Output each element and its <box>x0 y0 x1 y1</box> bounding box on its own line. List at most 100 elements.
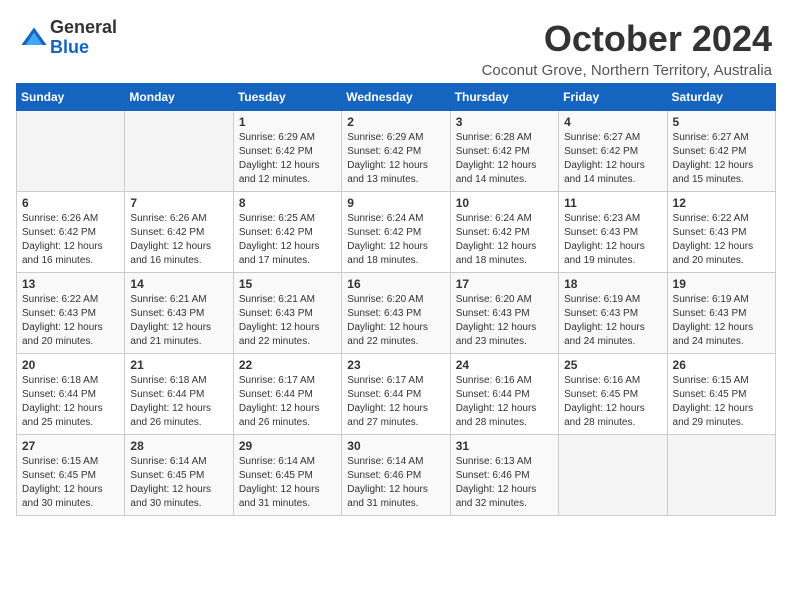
calendar-table: SundayMondayTuesdayWednesdayThursdayFrid… <box>16 83 776 516</box>
day-number: 14 <box>130 277 227 291</box>
day-number: 3 <box>456 115 553 129</box>
calendar-cell: 2Sunrise: 6:29 AM Sunset: 6:42 PM Daylig… <box>342 111 450 192</box>
calendar-week-5: 27 Sunrise: 6:15 AM Sunset: 6:45 PM Dayli… <box>17 435 776 516</box>
calendar-cell: 20 Sunrise: 6:18 AM Sunset: 6:44 PM Dayli… <box>17 354 125 435</box>
day-info: Sunrise: 6:24 AM Sunset: 6:42 PM Dayligh… <box>456 212 553 268</box>
day-number: 12 <box>673 196 770 210</box>
day-number: 26 <box>673 358 770 372</box>
day-header-sunday: Sunday <box>17 84 125 111</box>
day-info: Sunrise: 6:20 AM Sunset: 6:43 PM Dayligh… <box>456 293 553 349</box>
day-info: Sunrise: 6:18 AM Sunset: 6:44 PM Dayligh… <box>22 374 119 430</box>
calendar-week-2: 6 Sunrise: 6:26 AM Sunset: 6:42 PM Daylig… <box>17 192 776 273</box>
day-number: 5 <box>673 115 770 129</box>
day-info: Sunrise: 6:17 AM Sunset: 6:44 PM Dayligh… <box>347 374 444 430</box>
page-header: General Blue October 2024 Coconut Grove,… <box>10 10 782 79</box>
calendar-cell: 17 Sunrise: 6:20 AM Sunset: 6:43 PM Dayli… <box>450 273 558 354</box>
calendar-header-row: SundayMondayTuesdayWednesdayThursdayFrid… <box>17 84 776 111</box>
day-number: 17 <box>456 277 553 291</box>
day-info: Sunrise: 6:16 AM Sunset: 6:44 PM Dayligh… <box>456 374 553 430</box>
calendar: SundayMondayTuesdayWednesdayThursdayFrid… <box>10 83 782 522</box>
day-info: Sunrise: 6:29 AM Sunset: 6:42 PM Dayligh… <box>239 131 336 187</box>
day-number: 13 <box>22 277 119 291</box>
day-number: 1 <box>239 115 336 129</box>
day-header-thursday: Thursday <box>450 84 558 111</box>
day-number: 8 <box>239 196 336 210</box>
calendar-cell: 28 Sunrise: 6:14 AM Sunset: 6:45 PM Dayli… <box>125 435 233 516</box>
day-header-wednesday: Wednesday <box>342 84 450 111</box>
day-number: 10 <box>456 196 553 210</box>
logo: General Blue <box>20 18 117 58</box>
day-info: Sunrise: 6:29 AM Sunset: 6:42 PM Dayligh… <box>347 131 444 187</box>
day-info: Sunrise: 6:15 AM Sunset: 6:45 PM Dayligh… <box>22 455 119 511</box>
day-number: 25 <box>564 358 661 372</box>
calendar-cell: 14Sunrise: 6:21 AM Sunset: 6:43 PM Dayli… <box>125 273 233 354</box>
calendar-week-1: 1 Sunrise: 6:29 AM Sunset: 6:42 PM Daylig… <box>17 111 776 192</box>
calendar-cell: 11 Sunrise: 6:23 AM Sunset: 6:43 PM Dayli… <box>559 192 667 273</box>
day-info: Sunrise: 6:17 AM Sunset: 6:44 PM Dayligh… <box>239 374 336 430</box>
day-info: Sunrise: 6:24 AM Sunset: 6:42 PM Dayligh… <box>347 212 444 268</box>
day-number: 9 <box>347 196 444 210</box>
calendar-cell: 4 Sunrise: 6:27 AM Sunset: 6:42 PM Daylig… <box>559 111 667 192</box>
day-info: Sunrise: 6:27 AM Sunset: 6:42 PM Dayligh… <box>564 131 661 187</box>
month-title: October 2024 <box>482 18 772 60</box>
calendar-cell: 9 Sunrise: 6:24 AM Sunset: 6:42 PM Daylig… <box>342 192 450 273</box>
day-info: Sunrise: 6:16 AM Sunset: 6:45 PM Dayligh… <box>564 374 661 430</box>
day-info: Sunrise: 6:19 AM Sunset: 6:43 PM Dayligh… <box>564 293 661 349</box>
logo-icon <box>20 24 48 52</box>
day-info: Sunrise: 6:21 AM Sunset: 6:43 PM Dayligh… <box>239 293 336 349</box>
day-number: 29 <box>239 439 336 453</box>
day-header-tuesday: Tuesday <box>233 84 341 111</box>
calendar-cell: 25 Sunrise: 6:16 AM Sunset: 6:45 PM Dayli… <box>559 354 667 435</box>
day-number: 24 <box>456 358 553 372</box>
day-number: 27 <box>22 439 119 453</box>
day-number: 6 <box>22 196 119 210</box>
day-info: Sunrise: 6:20 AM Sunset: 6:43 PM Dayligh… <box>347 293 444 349</box>
calendar-cell: 8 Sunrise: 6:25 AM Sunset: 6:42 PM Daylig… <box>233 192 341 273</box>
day-info: Sunrise: 6:27 AM Sunset: 6:42 PM Dayligh… <box>673 131 770 187</box>
calendar-cell: 19 Sunrise: 6:19 AM Sunset: 6:43 PM Dayli… <box>667 273 775 354</box>
day-number: 30 <box>347 439 444 453</box>
calendar-cell: 23 Sunrise: 6:17 AM Sunset: 6:44 PM Dayli… <box>342 354 450 435</box>
calendar-cell: 29Sunrise: 6:14 AM Sunset: 6:45 PM Dayli… <box>233 435 341 516</box>
calendar-cell: 15 Sunrise: 6:21 AM Sunset: 6:43 PM Dayli… <box>233 273 341 354</box>
calendar-cell: 16Sunrise: 6:20 AM Sunset: 6:43 PM Dayli… <box>342 273 450 354</box>
calendar-week-4: 20 Sunrise: 6:18 AM Sunset: 6:44 PM Dayli… <box>17 354 776 435</box>
day-header-friday: Friday <box>559 84 667 111</box>
day-number: 7 <box>130 196 227 210</box>
day-info: Sunrise: 6:15 AM Sunset: 6:45 PM Dayligh… <box>673 374 770 430</box>
calendar-cell <box>125 111 233 192</box>
calendar-cell: 6Sunrise: 6:26 AM Sunset: 6:42 PM Daylig… <box>17 192 125 273</box>
day-number: 19 <box>673 277 770 291</box>
calendar-cell: 21 Sunrise: 6:18 AM Sunset: 6:44 PM Dayli… <box>125 354 233 435</box>
day-info: Sunrise: 6:19 AM Sunset: 6:43 PM Dayligh… <box>673 293 770 349</box>
day-header-saturday: Saturday <box>667 84 775 111</box>
day-info: Sunrise: 6:25 AM Sunset: 6:42 PM Dayligh… <box>239 212 336 268</box>
day-info: Sunrise: 6:23 AM Sunset: 6:43 PM Dayligh… <box>564 212 661 268</box>
day-number: 28 <box>130 439 227 453</box>
day-number: 15 <box>239 277 336 291</box>
calendar-cell: 26 Sunrise: 6:15 AM Sunset: 6:45 PM Dayli… <box>667 354 775 435</box>
day-info: Sunrise: 6:26 AM Sunset: 6:42 PM Dayligh… <box>130 212 227 268</box>
calendar-cell: 18 Sunrise: 6:19 AM Sunset: 6:43 PM Dayli… <box>559 273 667 354</box>
calendar-cell: 7 Sunrise: 6:26 AM Sunset: 6:42 PM Daylig… <box>125 192 233 273</box>
day-number: 22 <box>239 358 336 372</box>
day-number: 23 <box>347 358 444 372</box>
logo-text: General Blue <box>50 18 117 58</box>
calendar-cell: 22 Sunrise: 6:17 AM Sunset: 6:44 PM Dayli… <box>233 354 341 435</box>
day-number: 11 <box>564 196 661 210</box>
day-number: 4 <box>564 115 661 129</box>
day-number: 31 <box>456 439 553 453</box>
day-info: Sunrise: 6:14 AM Sunset: 6:46 PM Dayligh… <box>347 455 444 511</box>
day-number: 18 <box>564 277 661 291</box>
day-number: 21 <box>130 358 227 372</box>
day-info: Sunrise: 6:14 AM Sunset: 6:45 PM Dayligh… <box>130 455 227 511</box>
day-number: 20 <box>22 358 119 372</box>
day-info: Sunrise: 6:22 AM Sunset: 6:43 PM Dayligh… <box>22 293 119 349</box>
location-subtitle: Coconut Grove, Northern Territory, Austr… <box>482 62 772 79</box>
day-info: Sunrise: 6:13 AM Sunset: 6:46 PM Dayligh… <box>456 455 553 511</box>
calendar-cell: 31 Sunrise: 6:13 AM Sunset: 6:46 PM Dayli… <box>450 435 558 516</box>
day-info: Sunrise: 6:28 AM Sunset: 6:42 PM Dayligh… <box>456 131 553 187</box>
calendar-cell: 12Sunrise: 6:22 AM Sunset: 6:43 PM Dayli… <box>667 192 775 273</box>
title-block: October 2024 Coconut Grove, Northern Ter… <box>482 18 772 79</box>
day-info: Sunrise: 6:18 AM Sunset: 6:44 PM Dayligh… <box>130 374 227 430</box>
